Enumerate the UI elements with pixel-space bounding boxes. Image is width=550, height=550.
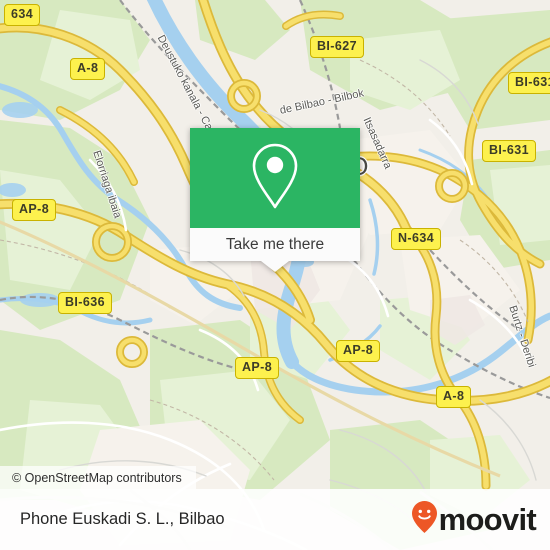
- place-title: Phone Euskadi S. L., Bilbao: [20, 510, 225, 528]
- popup-tail: [261, 261, 289, 272]
- road-shield[interactable]: N-634: [391, 228, 442, 250]
- map-attribution[interactable]: © OpenStreetMap contributors: [0, 466, 196, 489]
- road-shield[interactable]: BI-631: [482, 140, 536, 162]
- road-shield[interactable]: A-8: [436, 386, 472, 408]
- road-shield[interactable]: BI-636: [58, 292, 112, 314]
- moovit-smiley-pin-icon: [411, 500, 438, 539]
- bottom-bar: Phone Euskadi S. L., Bilbao moovit: [0, 489, 550, 550]
- popup-image-area: [190, 128, 360, 228]
- road-shield[interactable]: BI-631: [508, 72, 550, 94]
- map-screenshot-root: Deustuko kanala - Canal de D... Elorriag…: [0, 0, 550, 550]
- moovit-wordmark: moovit: [438, 502, 537, 537]
- road-shield[interactable]: 634: [4, 4, 41, 26]
- road-shield[interactable]: AP-8: [12, 199, 57, 221]
- location-pin-icon: [249, 141, 301, 216]
- take-me-there-button[interactable]: Take me there: [190, 228, 360, 261]
- moovit-logo[interactable]: moovit: [411, 500, 537, 539]
- road-shield[interactable]: BI-627: [310, 36, 364, 58]
- attribution-text: © OpenStreetMap contributors: [12, 470, 182, 485]
- map-popup-card[interactable]: Take me there: [190, 128, 360, 272]
- take-me-there-label: Take me there: [225, 235, 325, 253]
- road-shield[interactable]: A-8: [70, 58, 106, 80]
- road-shield[interactable]: AP-8: [336, 340, 381, 362]
- road-shield[interactable]: AP-8: [235, 357, 280, 379]
